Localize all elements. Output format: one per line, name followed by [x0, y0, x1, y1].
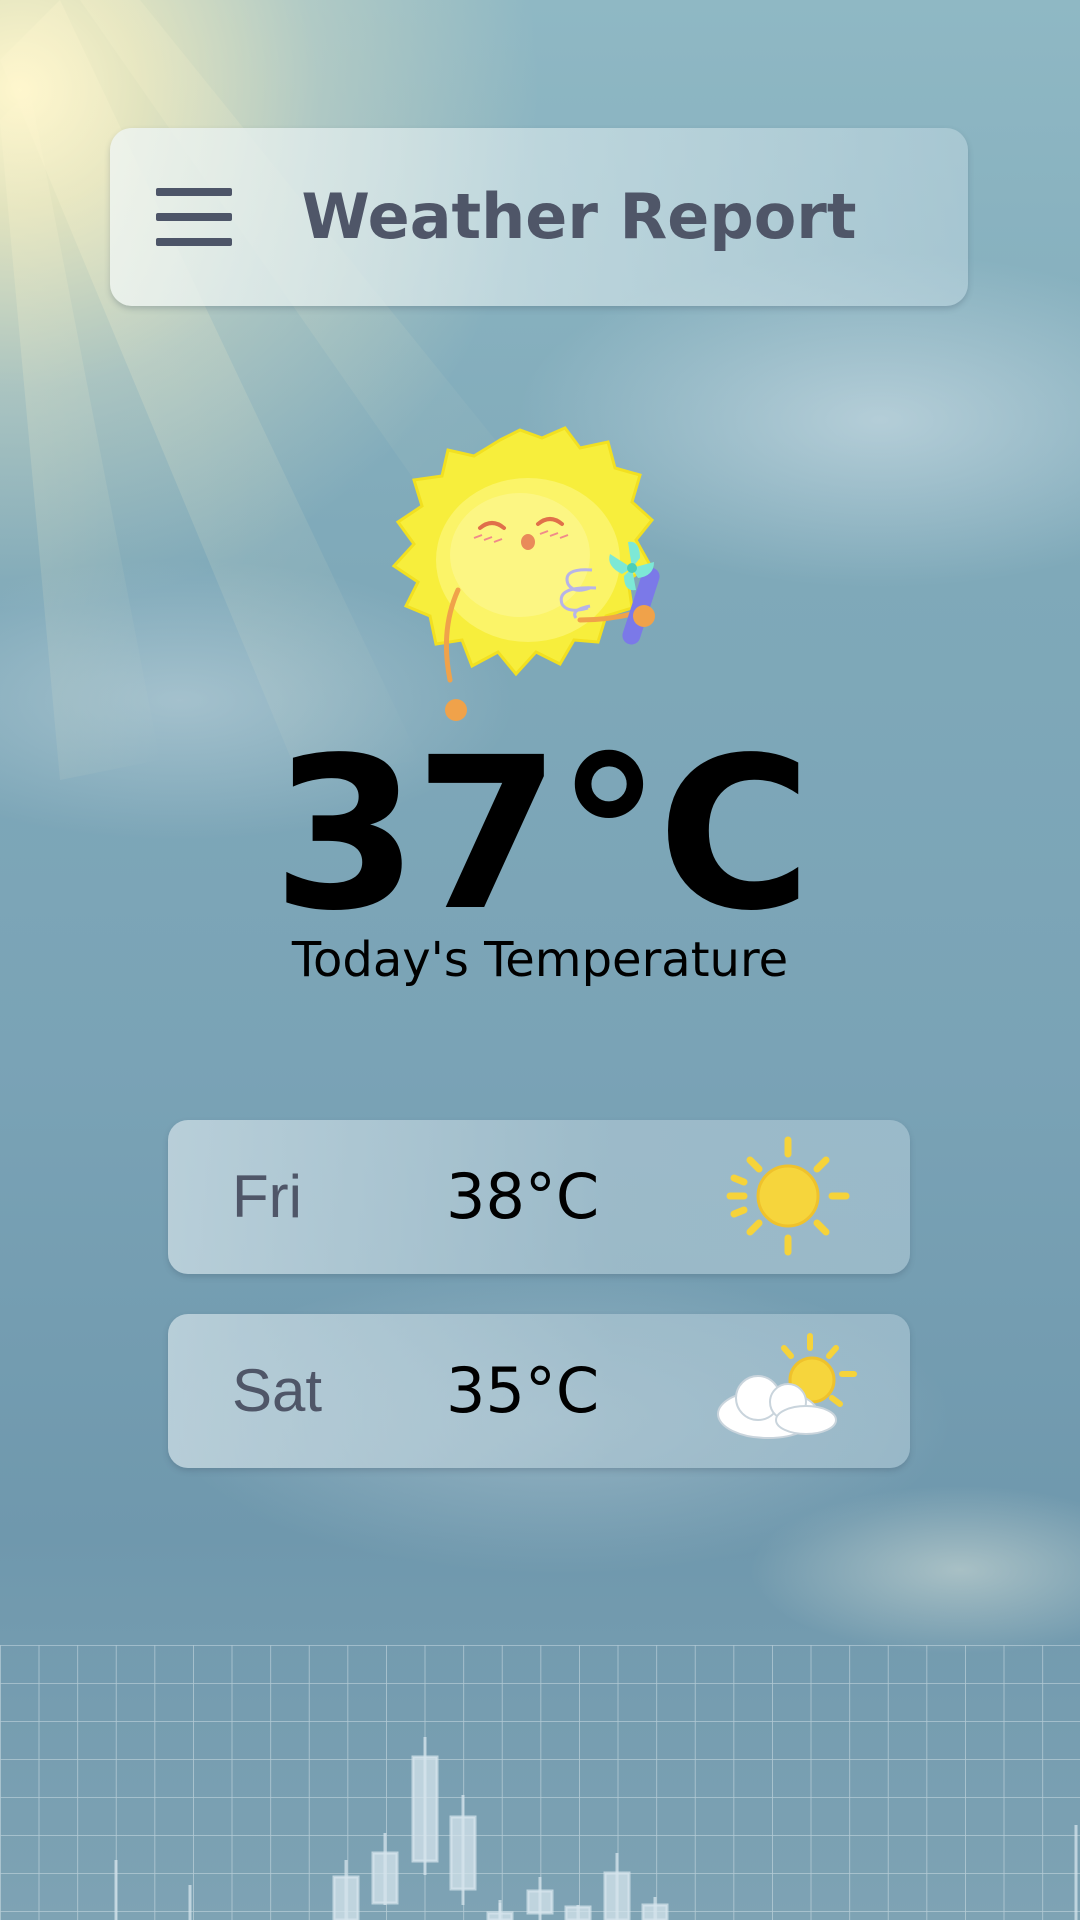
forecast-card-sat[interactable]: Sat 35°C: [168, 1314, 910, 1468]
app-header: Weather Report: [110, 128, 968, 306]
current-temperature-label: Today's Temperature: [291, 932, 789, 988]
sunny-icon: [726, 1136, 850, 1256]
current-temperature: 37°C: [272, 712, 811, 957]
forecast-temp: 38°C: [446, 1160, 600, 1233]
forecast-day: Sat: [232, 1357, 323, 1424]
forecast-day: Fri: [232, 1163, 302, 1230]
hot-sun-with-fan-icon: [391, 426, 660, 721]
candlestick-chart-decoration: [0, 1645, 1080, 1920]
partly-cloudy-icon: [717, 1333, 857, 1439]
page-title: Weather Report: [301, 180, 857, 253]
forecast-card-fri[interactable]: Fri 38°C: [168, 1120, 910, 1274]
forecast-temp: 35°C: [446, 1354, 600, 1427]
